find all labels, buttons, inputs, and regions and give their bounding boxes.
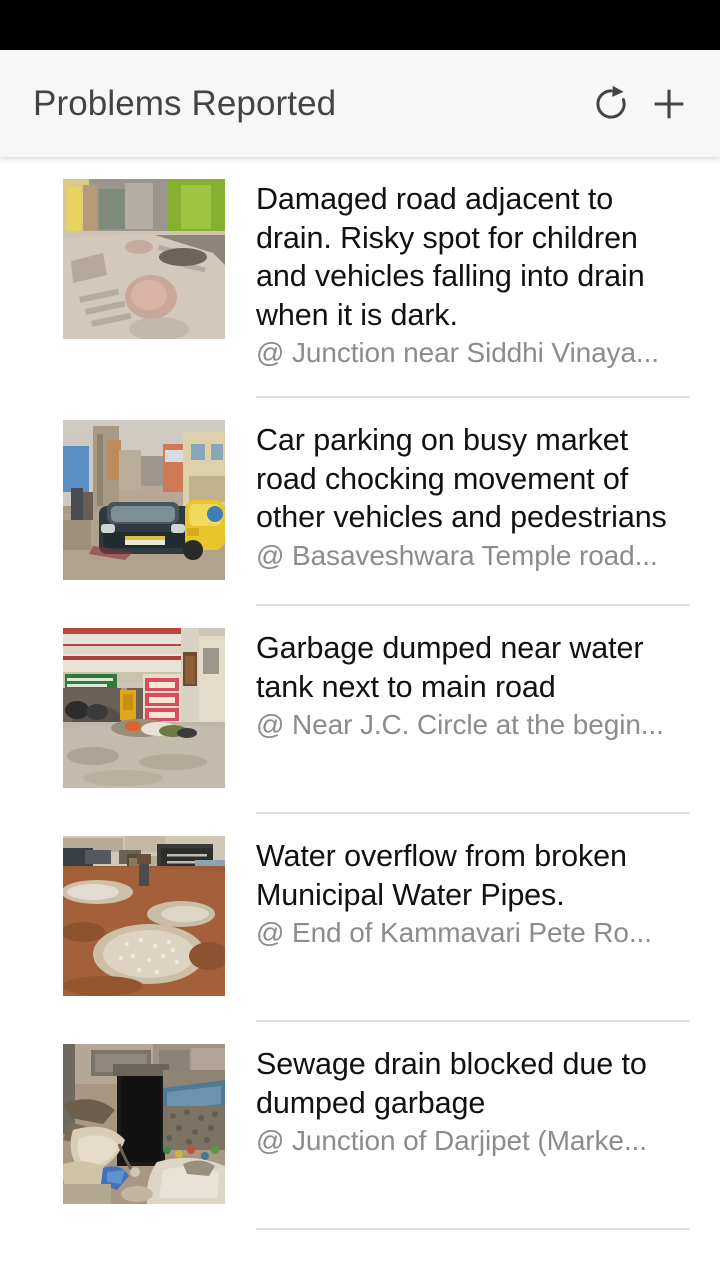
- refresh-button[interactable]: [582, 75, 640, 133]
- list-item-location: @ Junction of Darjipet (Marke...: [256, 1125, 647, 1156]
- status-bar: [0, 0, 720, 50]
- list-item-title: Sewage drain blocked due to dumped garba…: [256, 1047, 647, 1120]
- list-item-thumbnail: [63, 420, 225, 580]
- list-item-thumbnail: [63, 179, 225, 339]
- list-item-title: Water overflow from broken Municipal Wat…: [256, 839, 627, 912]
- page-title: Problems Reported: [33, 83, 337, 123]
- list-item[interactable]: Garbage dumped near water tank next to m…: [0, 606, 720, 788]
- list-item-location: @ Junction near Siddhi Vinaya...: [256, 337, 659, 368]
- list-item[interactable]: Car parking on busy market road chocking…: [0, 398, 720, 580]
- list-item[interactable]: Sewage drain blocked due to dumped garba…: [0, 1022, 720, 1204]
- list-item-location: @ End of Kammavari Pete Ro...: [256, 917, 652, 948]
- list-divider: [256, 1228, 690, 1230]
- refresh-icon: [590, 83, 632, 125]
- list-item[interactable]: Damaged road adjacent to drain. Risky sp…: [0, 157, 720, 372]
- list-item-body: Water overflow from broken Municipal Wat…: [256, 836, 690, 952]
- list-item-title: Garbage dumped near water tank next to m…: [256, 631, 644, 704]
- list-item-title: Damaged road adjacent to drain. Risky sp…: [256, 182, 645, 332]
- add-button[interactable]: [640, 75, 698, 133]
- list-item-body: Car parking on busy market road chocking…: [256, 420, 690, 575]
- add-icon: [647, 82, 691, 126]
- list-item-title: Car parking on busy market road chocking…: [256, 423, 667, 534]
- list-item-thumbnail: [63, 836, 225, 996]
- problems-list[interactable]: Damaged road adjacent to drain. Risky sp…: [0, 157, 720, 1280]
- app-root: Problems Reported Damaged road adjacent …: [0, 0, 720, 1280]
- list-item-thumbnail: [63, 1044, 225, 1204]
- list-item[interactable]: Water overflow from broken Municipal Wat…: [0, 814, 720, 996]
- list-item-thumbnail: [63, 628, 225, 788]
- list-item-body: Sewage drain blocked due to dumped garba…: [256, 1044, 690, 1160]
- list-item-location: @ Near J.C. Circle at the begin...: [256, 709, 664, 740]
- list-item-body: Damaged road adjacent to drain. Risky sp…: [256, 179, 690, 372]
- app-bar: Problems Reported: [0, 50, 720, 157]
- list-item-location: @ Basaveshwara Temple road...: [256, 539, 658, 571]
- list-item-body: Garbage dumped near water tank next to m…: [256, 628, 690, 744]
